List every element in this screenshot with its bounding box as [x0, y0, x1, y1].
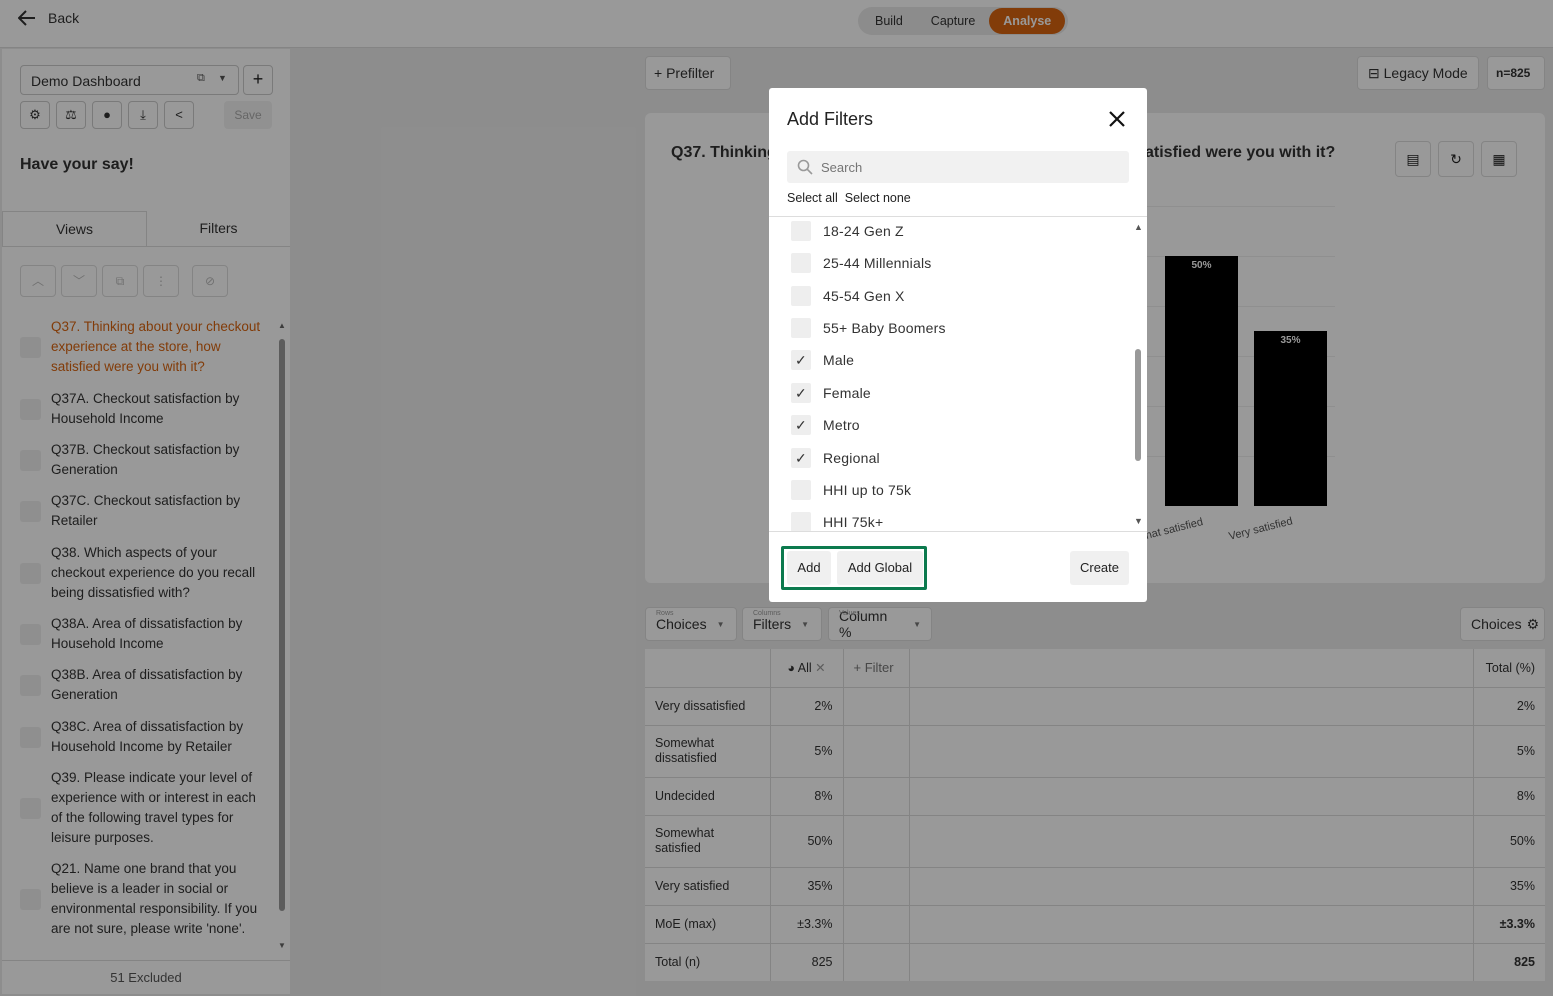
checkbox-checked[interactable]: ✓ [791, 350, 811, 370]
checkbox-checked[interactable]: ✓ [791, 448, 811, 468]
add-global-button[interactable]: Add Global [837, 551, 923, 585]
option-label: 25-44 Millennials [823, 255, 932, 271]
option-label: HHI 75k+ [823, 514, 884, 530]
scroll-up-icon[interactable]: ▲ [1134, 222, 1143, 232]
filter-option[interactable]: 18-24 Gen Z [791, 221, 904, 241]
filter-option[interactable]: HHI 75k+ [791, 512, 884, 531]
filter-option[interactable]: ✓ Male [791, 350, 854, 370]
select-none-link[interactable]: Select none [845, 191, 911, 205]
filter-option[interactable]: 25-44 Millennials [791, 253, 931, 273]
close-icon [1109, 111, 1125, 127]
dialog-title: Add Filters [787, 109, 874, 129]
option-label: Regional [823, 450, 880, 466]
check-icon: ✓ [795, 416, 807, 433]
checkbox[interactable] [791, 221, 811, 241]
option-label: 18-24 Gen Z [823, 223, 904, 239]
search-icon [797, 159, 813, 175]
checkbox[interactable] [791, 480, 811, 500]
scroll-down-icon[interactable]: ▼ [1134, 516, 1143, 526]
filter-option[interactable]: ✓ Female [791, 383, 871, 403]
search-box[interactable] [787, 151, 1129, 183]
checkbox[interactable] [791, 318, 811, 338]
check-icon: ✓ [795, 351, 807, 368]
option-label: Female [823, 385, 871, 401]
option-label: HHI up to 75k [823, 482, 912, 498]
close-button[interactable] [1105, 107, 1129, 131]
checkbox[interactable] [791, 253, 811, 273]
checkbox[interactable] [791, 286, 811, 306]
check-icon: ✓ [795, 449, 807, 466]
option-label: 55+ Baby Boomers [823, 320, 946, 336]
add-button[interactable]: Add [787, 551, 831, 585]
filter-option[interactable]: HHI up to 75k [791, 480, 911, 500]
select-links: Select all Select none [787, 191, 911, 205]
checkbox[interactable] [791, 512, 811, 531]
filter-option[interactable]: 55+ Baby Boomers [791, 318, 946, 338]
check-icon: ✓ [795, 384, 807, 401]
checkbox-checked[interactable]: ✓ [791, 383, 811, 403]
scrollbar-thumb[interactable] [1135, 349, 1141, 461]
option-label: Metro [823, 417, 860, 433]
filter-option[interactable]: ✓ Regional [791, 448, 880, 468]
create-button[interactable]: Create [1070, 551, 1129, 585]
filter-option-list: 18-24 Gen Z 25-44 Millennials 45-54 Gen … [769, 216, 1147, 532]
checkbox-checked[interactable]: ✓ [791, 415, 811, 435]
option-label: Male [823, 352, 855, 368]
option-label: 45-54 Gen X [823, 288, 905, 304]
option-scrollbar[interactable]: ▲ ▼ [1133, 222, 1145, 530]
filter-option[interactable]: ✓ Metro [791, 415, 860, 435]
select-all-link[interactable]: Select all [787, 191, 838, 205]
add-filters-dialog: Add Filters Select all Select none 18-24… [769, 88, 1147, 602]
search-input[interactable] [821, 159, 1111, 175]
filter-option[interactable]: 45-54 Gen X [791, 286, 905, 306]
